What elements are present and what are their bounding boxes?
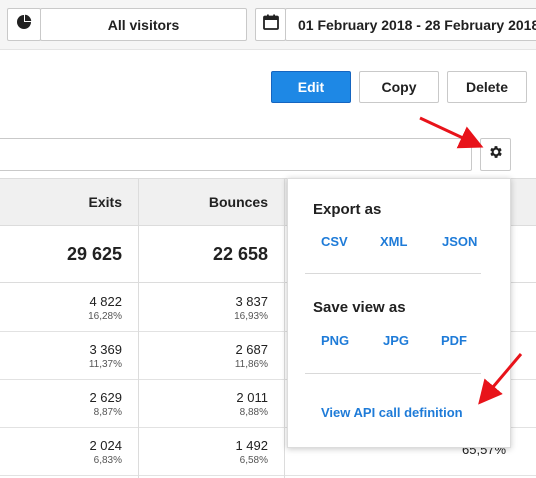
bounces-value: 1 492 bbox=[235, 438, 268, 453]
export-json-link[interactable]: JSON bbox=[442, 234, 477, 249]
column-header-exits[interactable]: Exits bbox=[89, 194, 122, 210]
total-bounces: 22 658 bbox=[212, 244, 268, 264]
export-popup: Export as CSV XML JSON Save view as PNG … bbox=[287, 178, 511, 448]
save-jpg-link[interactable]: JPG bbox=[383, 333, 409, 348]
bounces-percent: 16,93% bbox=[234, 311, 268, 322]
exits-value: 2 629 bbox=[89, 390, 122, 405]
pie-chart-icon bbox=[16, 14, 32, 35]
export-csv-link[interactable]: CSV bbox=[321, 234, 348, 249]
column-divider bbox=[284, 178, 285, 478]
bounces-value: 2 687 bbox=[235, 342, 268, 357]
exits-percent: 16,28% bbox=[88, 311, 122, 322]
search-input[interactable] bbox=[0, 138, 472, 171]
exits-percent: 8,87% bbox=[93, 407, 122, 418]
copy-button[interactable]: Copy bbox=[359, 71, 439, 103]
top-bar: All visitors 01 February 2018 - 28 Febru… bbox=[0, 0, 536, 50]
exits-value: 3 369 bbox=[89, 342, 122, 357]
delete-button[interactable]: Delete bbox=[447, 71, 527, 103]
gear-icon bbox=[488, 144, 504, 165]
exits-percent: 11,37% bbox=[88, 359, 122, 370]
popup-divider bbox=[305, 273, 481, 274]
exits-value: 2 024 bbox=[89, 438, 122, 453]
bounces-percent: 6,58% bbox=[239, 455, 268, 466]
calendar-button[interactable] bbox=[255, 8, 286, 41]
view-api-call-link[interactable]: View API call definition bbox=[321, 405, 463, 420]
exits-percent: 6,83% bbox=[93, 455, 122, 466]
settings-button[interactable] bbox=[480, 138, 511, 171]
date-range-label: 01 February 2018 - 28 February 2018 bbox=[298, 16, 536, 33]
column-divider bbox=[138, 178, 139, 478]
popup-divider bbox=[305, 373, 481, 374]
save-png-link[interactable]: PNG bbox=[321, 333, 349, 348]
save-pdf-link[interactable]: PDF bbox=[441, 333, 467, 348]
edit-button[interactable]: Edit bbox=[271, 71, 351, 103]
exits-value: 4 822 bbox=[89, 294, 122, 309]
export-xml-link[interactable]: XML bbox=[380, 234, 407, 249]
bounces-value: 2 011 bbox=[236, 390, 268, 405]
column-header-bounces[interactable]: Bounces bbox=[209, 194, 268, 210]
calendar-icon bbox=[262, 14, 279, 35]
segment-label-button[interactable]: All visitors bbox=[40, 8, 247, 41]
segment-label: All visitors bbox=[107, 16, 180, 33]
bounces-percent: 8,88% bbox=[239, 407, 268, 418]
bounces-value: 3 837 bbox=[235, 294, 268, 309]
date-range-button[interactable]: 01 February 2018 - 28 February 2018 bbox=[285, 8, 536, 41]
segment-selector-button[interactable] bbox=[7, 8, 41, 41]
export-heading: Export as bbox=[313, 201, 382, 218]
total-exits: 29 625 bbox=[66, 244, 122, 264]
bounces-percent: 11,86% bbox=[234, 359, 268, 370]
save-view-heading: Save view as bbox=[313, 299, 406, 316]
